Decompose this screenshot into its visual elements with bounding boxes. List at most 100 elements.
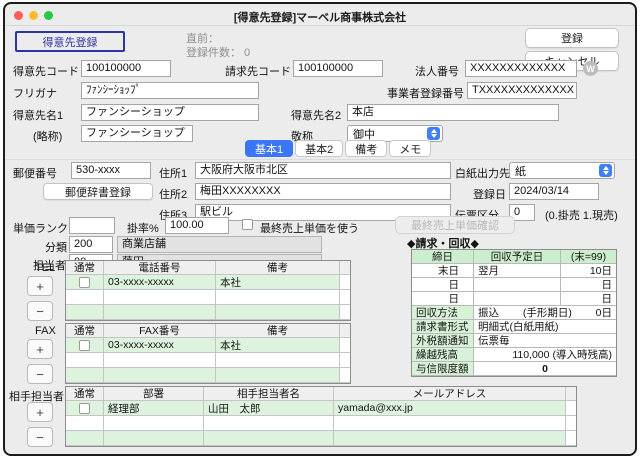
chevron-down-icon <box>427 127 440 140</box>
fax-normal-checkbox-1[interactable] <box>66 338 104 353</box>
contacts-email-2[interactable] <box>334 416 566 431</box>
contacts-strip-2 <box>566 416 576 431</box>
billing-closing-2[interactable]: 日 <box>412 278 474 292</box>
tel-normal-2[interactable] <box>66 290 104 305</box>
billing-day-2[interactable]: 日 <box>561 278 616 292</box>
billing-header-closing: 締日 <box>412 250 474 264</box>
fax-remove-button[interactable]: − <box>27 364 53 384</box>
billing-day-3[interactable]: 日 <box>561 292 616 306</box>
tel-note-3[interactable] <box>216 305 340 320</box>
short-name-field[interactable]: ファンシーショップ <box>81 125 193 142</box>
mode-button[interactable]: 得意先登録 <box>15 31 125 52</box>
contacts-normal-3[interactable] <box>66 431 104 446</box>
fax-number-3[interactable] <box>104 368 216 383</box>
tel-note-2[interactable] <box>216 290 340 305</box>
billing-schedule-1[interactable]: 翌月 <box>474 264 561 278</box>
contacts-dept-1[interactable]: 経理部 <box>104 401 204 416</box>
billing-day-1[interactable]: 10日 <box>561 264 616 278</box>
contacts-strip-1 <box>566 401 576 416</box>
window-title: [得意先登録]マーベル商事株式会社 <box>5 9 635 25</box>
fax-number-1[interactable]: 03-xxxx-xxxxx <box>104 338 216 353</box>
address2-field[interactable]: 梅田XXXXXXXX <box>195 183 451 200</box>
contacts-dept-2[interactable] <box>104 416 204 431</box>
tel-header-strip <box>340 261 350 275</box>
billing-schedule-2[interactable] <box>474 278 561 292</box>
invoice-format-value[interactable]: 明細式(白紙用紙) <box>474 320 616 334</box>
tel-remove-button[interactable]: − <box>27 301 53 321</box>
tab-basic2[interactable]: 基本2 <box>295 140 343 157</box>
last-price-confirm-button[interactable]: 最終売上単価確認 <box>395 216 515 234</box>
fax-note-2[interactable] <box>216 353 340 368</box>
tel-add-button[interactable]: + <box>27 276 53 296</box>
last-price-checkbox[interactable] <box>242 219 253 230</box>
business-reg-field[interactable]: TXXXXXXXXXXXXX <box>467 82 577 99</box>
fax-strip-1 <box>340 338 350 353</box>
contacts-name-3[interactable] <box>204 431 334 446</box>
fax-number-2[interactable] <box>104 353 216 368</box>
billing-closing-3[interactable]: 日 <box>412 292 474 306</box>
fax-note-1[interactable]: 本社 <box>216 338 340 353</box>
postal-dictionary-button[interactable]: 郵便辞書登録 <box>43 183 153 200</box>
customer-name2-field[interactable]: 本店 <box>347 104 559 121</box>
tel-normal-3[interactable] <box>66 305 104 320</box>
category-label: 分類 <box>45 239 67 255</box>
collection-method-label: 回収方法 <box>412 306 474 320</box>
billing-schedule-3[interactable] <box>474 292 561 306</box>
reg-date-field[interactable]: 2024/03/14 <box>509 183 599 200</box>
stepper-arrows-icon <box>599 164 612 177</box>
address2-label: 住所2 <box>159 186 187 202</box>
tel-normal-checkbox-1[interactable] <box>66 275 104 290</box>
customer-code-label: 得意先コード <box>13 63 79 79</box>
reg-date-label: 登録日 <box>473 186 506 202</box>
price-rank-label: 単価ランク <box>13 220 68 236</box>
price-rank-field[interactable] <box>69 217 115 234</box>
address1-field[interactable]: 大阪府大阪市北区 <box>195 162 451 179</box>
tab-memo[interactable]: メモ <box>389 140 431 157</box>
carryover-value[interactable]: 110,000 (導入時残高) <box>474 348 616 362</box>
fax-add-button[interactable]: + <box>27 339 53 359</box>
fax-note-3[interactable] <box>216 368 340 383</box>
contacts-add-button[interactable]: + <box>27 402 53 422</box>
tab-notes[interactable]: 備考 <box>345 140 387 157</box>
title-bar: [得意先登録]マーベル商事株式会社 <box>5 4 635 26</box>
credit-limit-value[interactable]: 0 <box>474 362 616 376</box>
contacts-name-1[interactable]: 山田 太郎 <box>204 401 334 416</box>
billing-code-field[interactable]: 100100000 <box>293 60 383 77</box>
customer-name1-field[interactable]: ファンシーショップ <box>81 104 259 121</box>
contacts-remove-button[interactable]: − <box>27 427 53 447</box>
collection-method-value[interactable]: 振込 (手形期日) 0日 <box>474 306 616 320</box>
tel-number-2[interactable] <box>104 290 216 305</box>
contacts-name-2[interactable] <box>204 416 334 431</box>
tel-number-3[interactable] <box>104 305 216 320</box>
customer-code-field[interactable]: 100100000 <box>81 60 171 77</box>
contacts-email-3[interactable] <box>334 431 566 446</box>
blank-output-select[interactable]: 紙 <box>509 162 615 179</box>
fax-normal-3[interactable] <box>66 368 104 383</box>
contacts-header-strip <box>566 387 576 401</box>
tel-note-1[interactable]: 本社 <box>216 275 340 290</box>
tab-basic1[interactable]: 基本1 <box>245 140 293 157</box>
register-button[interactable]: 登録 <box>525 28 619 48</box>
fax-table: 通常 FAX番号 備考 03-xxxx-xxxxx 本社 <box>65 323 351 384</box>
billing-header-schedule: 回収予定日 <box>474 250 561 264</box>
billing-closing-1[interactable]: 末日 <box>412 264 474 278</box>
contacts-normal-checkbox-1[interactable] <box>66 401 104 416</box>
collection-method: 振込 <box>478 306 499 320</box>
web-lookup-icon[interactable]: W <box>583 61 598 76</box>
contacts-normal-2[interactable] <box>66 416 104 431</box>
tax-notice-value[interactable]: 伝票毎 <box>474 334 616 348</box>
contacts-email-1[interactable]: yamada@xxx.jp <box>334 401 566 416</box>
postal-field[interactable]: 530-xxxx <box>71 162 151 179</box>
furigana-field[interactable]: ﾌｧﾝｼｰｼｮｯﾌﾟ <box>81 82 259 99</box>
contacts-dept-3[interactable] <box>104 431 204 446</box>
corporate-number-label: 法人番号 <box>415 63 459 79</box>
corporate-number-field[interactable]: XXXXXXXXXXXXX <box>465 60 577 77</box>
carryover-note: (導入時残高) <box>553 348 613 362</box>
tel-number-1[interactable]: 03-xxxx-xxxxx <box>104 275 216 290</box>
billing-header-end: (末=99) <box>561 250 616 264</box>
last-price-checkbox-label: 最終売上単価を使う <box>260 220 359 236</box>
category-code-field[interactable]: 200 <box>69 236 113 253</box>
fax-normal-2[interactable] <box>66 353 104 368</box>
address1-label: 住所1 <box>159 165 187 181</box>
rate-field[interactable]: 100.00 <box>165 217 229 234</box>
